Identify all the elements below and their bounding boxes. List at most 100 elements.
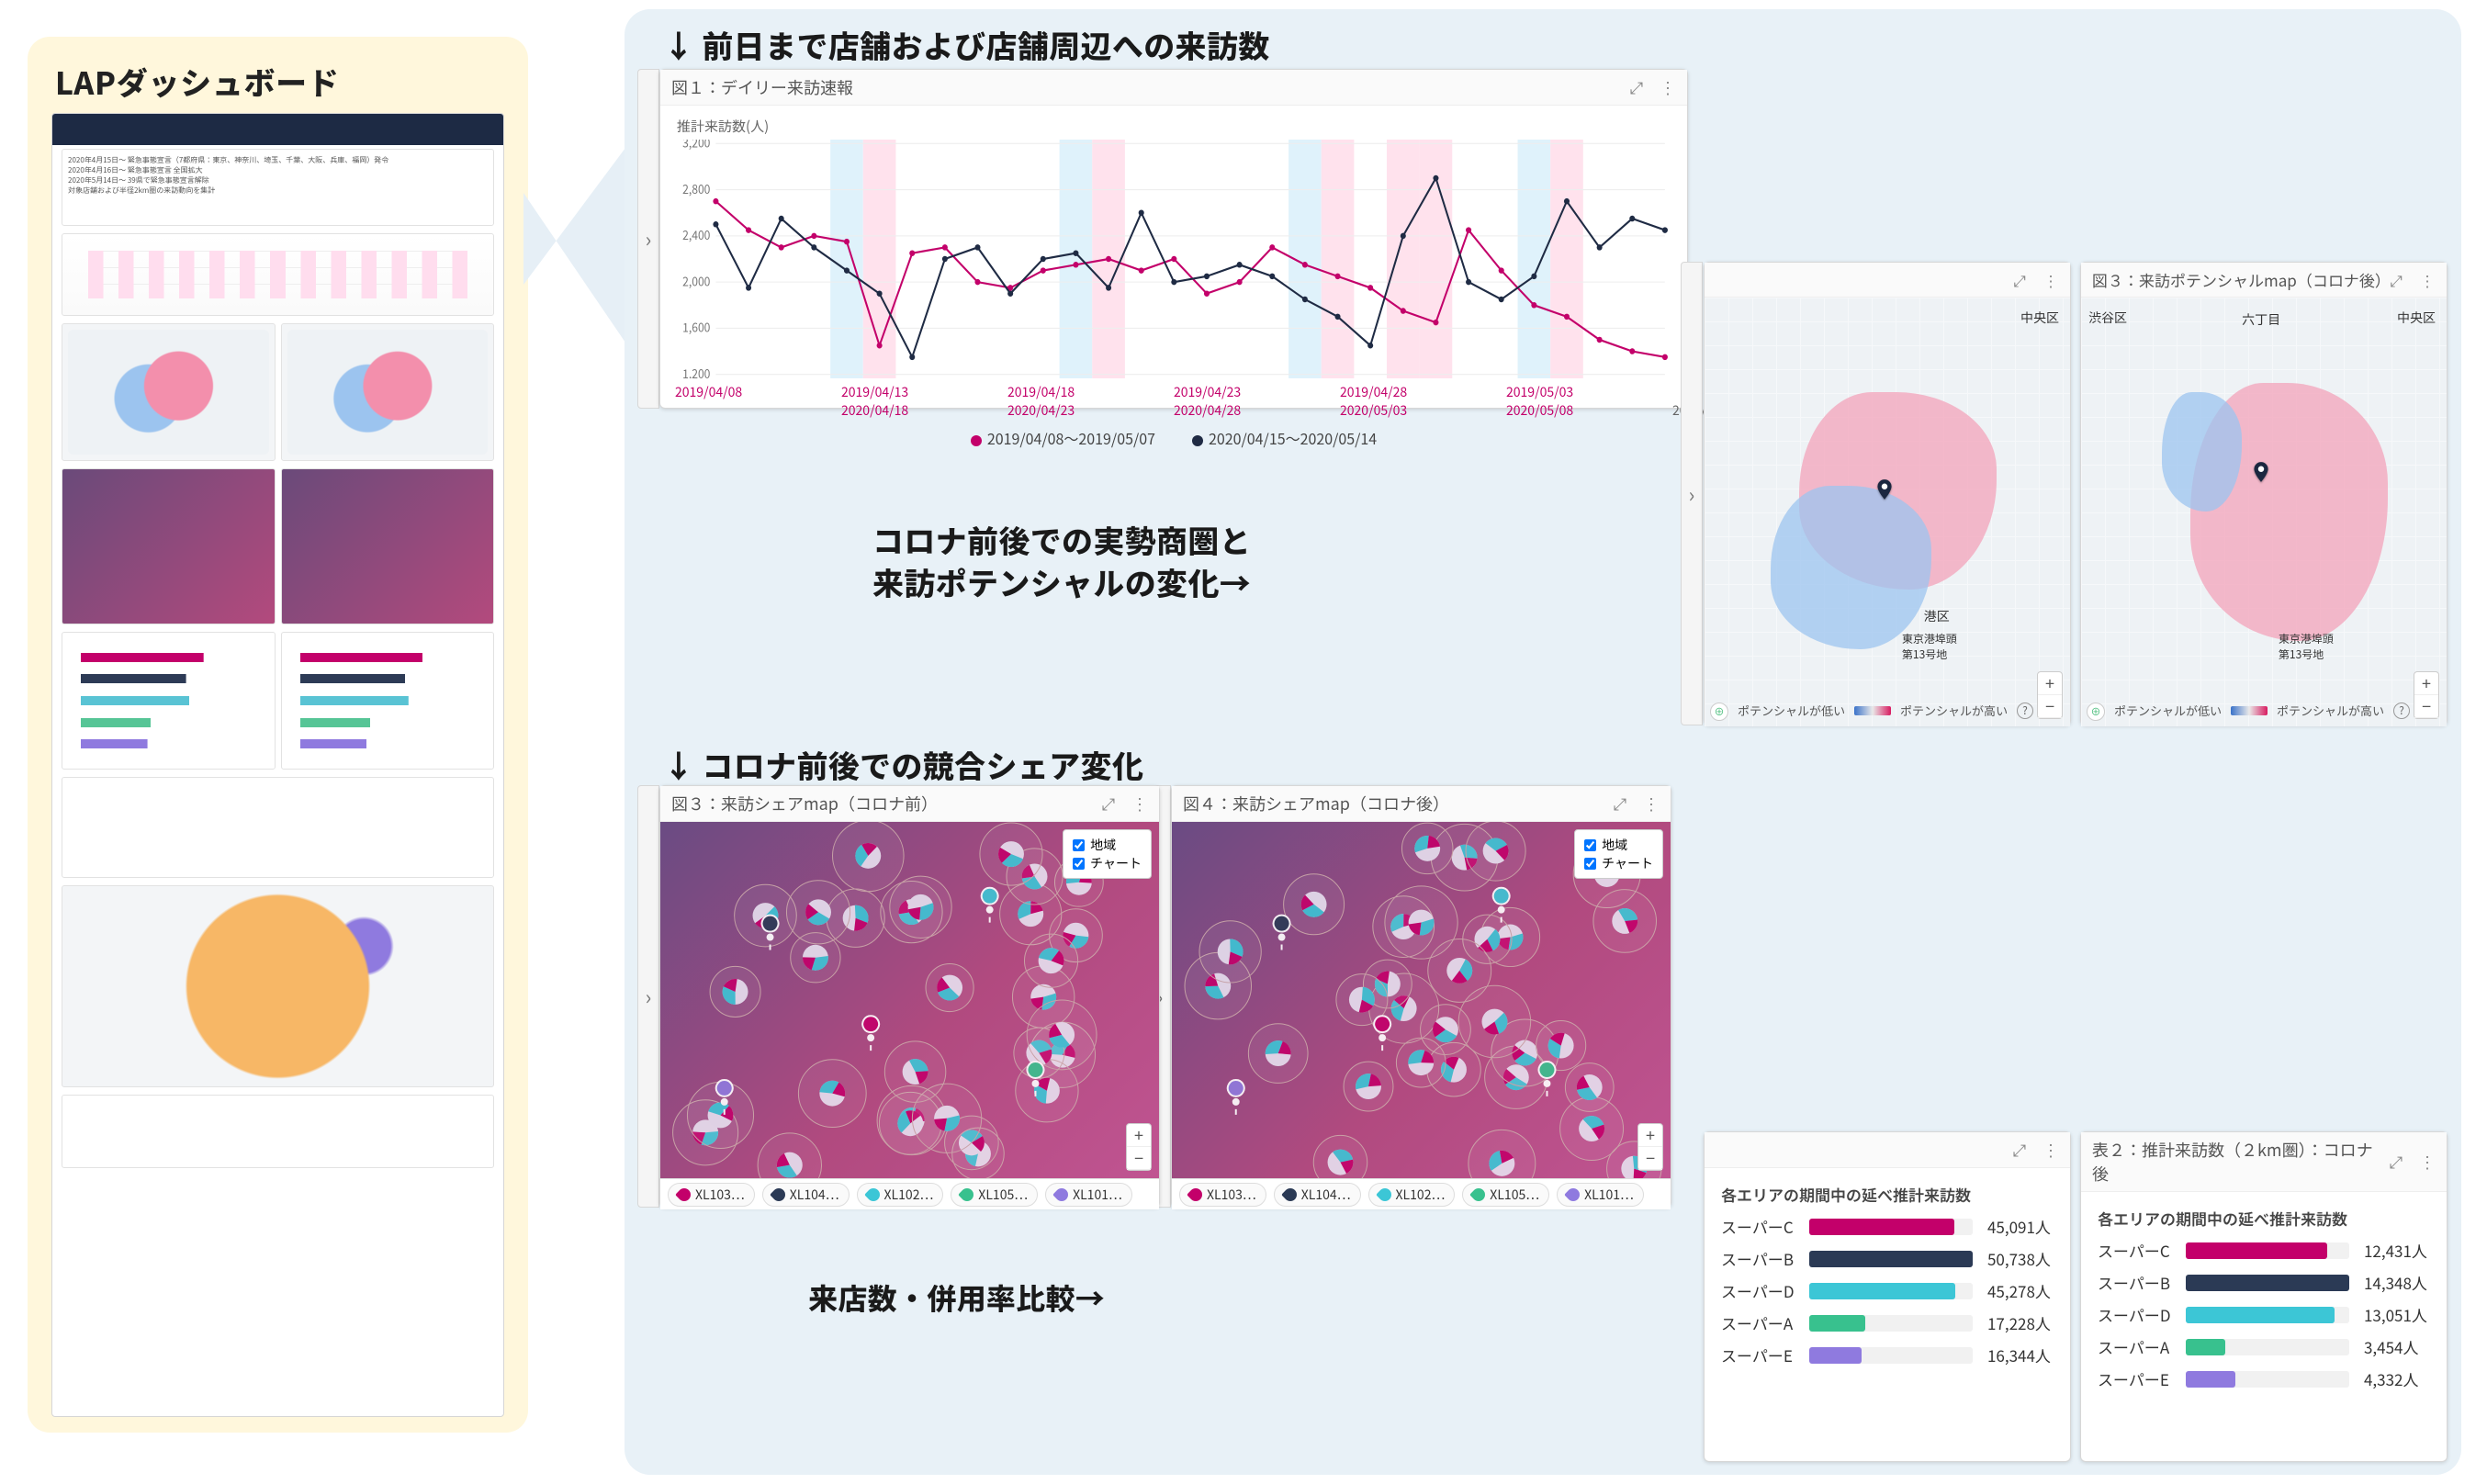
pin-icon	[1564, 1186, 1582, 1204]
zoom-out-button[interactable]: −	[2038, 695, 2062, 718]
store-chip[interactable]: XL102…	[1368, 1183, 1456, 1207]
map-label: 東京港埠頭 第13号地	[1902, 631, 1957, 662]
toggle-label: 地域	[1602, 836, 1627, 854]
row-name: スーパーD	[2098, 1303, 2177, 1326]
expand-chevron[interactable]: ›	[637, 785, 659, 1208]
store-chip[interactable]: XL103…	[668, 1183, 755, 1207]
thumb-notice-line: 2020年4月16日〜 緊急事態宣言 全国拡大	[68, 165, 488, 175]
layer-toggle[interactable]: 地域 チャート	[1574, 829, 1663, 879]
map-label: 中央区	[2020, 309, 2059, 327]
y-axis-label: 推計来訪数(人)	[677, 117, 1674, 136]
thumb-share-map	[281, 468, 495, 624]
map-zoom-controls[interactable]: +−	[1126, 1123, 1152, 1171]
card-title: 表２：推計来訪数（２km圏）：コロナ後	[2092, 1138, 2388, 1186]
store-chip[interactable]: XL104…	[762, 1183, 850, 1207]
thumb-notice-line: 2020年5月14日〜 39県で緊急事態宣言解除	[68, 175, 488, 186]
bar-fill	[1809, 1347, 1862, 1364]
zoom-in-button[interactable]: +	[2414, 672, 2438, 695]
toggle-chart[interactable]: チャート	[1584, 854, 1653, 872]
map-zoom-controls[interactable]: +−	[2037, 671, 2063, 719]
chart-legend: 2019/04/08〜2019/05/07 2020/04/15〜2020/05…	[673, 427, 1674, 449]
pin-icon	[1376, 1186, 1394, 1204]
pin-icon	[958, 1186, 976, 1204]
table-row: スーパーB50,738人	[1721, 1247, 2054, 1270]
expand-chevron[interactable]: ›	[1681, 262, 1703, 725]
row-name: スーパーE	[1721, 1343, 1800, 1366]
zoom-in-button[interactable]: +	[2038, 672, 2062, 695]
expand-chevron[interactable]: ›	[637, 69, 659, 409]
table-row: スーパーD45,278人	[1721, 1279, 2054, 1302]
fullscreen-icon[interactable]: ⤢	[1628, 79, 1645, 96]
table-row: スーパーE4,332人	[2098, 1367, 2430, 1390]
toggle-region[interactable]: 地域	[1584, 836, 1653, 854]
share-heat	[1172, 822, 1671, 1209]
layer-toggle[interactable]: 地域 チャート	[1063, 829, 1152, 879]
row-value: 45,091人	[1982, 1215, 2054, 1238]
legend-label: 2020/04/15〜2020/05/14	[1209, 427, 1377, 449]
pin-icon	[675, 1186, 693, 1204]
map-canvas[interactable]: 渋谷区 中央区 六丁目 東京港埠頭 第13号地 ⊕ +− ポテンシャルが低い ポ…	[2081, 298, 2447, 726]
row-value: 13,051人	[2358, 1303, 2430, 1326]
store-chip[interactable]: XL103…	[1179, 1183, 1266, 1207]
checkbox[interactable]	[1073, 858, 1085, 870]
store-chip[interactable]: XL105…	[1462, 1183, 1549, 1207]
thumb-header	[52, 114, 503, 145]
svg-text:2,800: 2,800	[682, 179, 710, 197]
map-canvas[interactable]: 中央区 港区 東京港埠頭 第13号地 ⊕ +− ポテンシャルが低い ポテンシャル…	[1705, 298, 2070, 726]
map-label: 渋谷区	[2088, 309, 2127, 327]
zoom-out-button[interactable]: −	[1127, 1147, 1151, 1170]
legend-label: 2019/04/08〜2019/05/07	[987, 427, 1155, 449]
zoom-out-button[interactable]: −	[2414, 695, 2438, 718]
pin-icon	[1187, 1186, 1205, 1204]
thumb-notice-line: 2020年4月15日〜 緊急事態宣言（7都府県：東京、神奈川、埼玉、千葉、大阪、…	[68, 155, 488, 165]
map-zoom-controls[interactable]: +−	[2414, 671, 2439, 719]
map-label: 中央区	[2397, 309, 2436, 327]
more-icon[interactable]: ⋮	[2419, 272, 2436, 288]
store-chip[interactable]: XL102…	[857, 1183, 944, 1207]
more-icon[interactable]: ⋮	[1643, 795, 1660, 812]
chip-label: XL105…	[978, 1186, 1028, 1204]
checkbox[interactable]	[1584, 839, 1596, 851]
store-chip[interactable]: XL101…	[1045, 1183, 1132, 1207]
chip-label: XL105…	[1490, 1186, 1539, 1204]
card-potential-after: 図３：来訪ポテンシャルmap（コロナ後） ⤢⋮ 渋谷区 中央区 六丁目 東京港埠…	[2080, 262, 2448, 725]
fullscreen-icon[interactable]: ⤢	[1100, 795, 1117, 812]
pin-icon	[770, 1186, 788, 1204]
chip-label: XL101…	[1073, 1186, 1122, 1204]
toggle-chart[interactable]: チャート	[1073, 854, 1142, 872]
heat-blob	[1771, 486, 1931, 648]
store-chip[interactable]: XL105…	[951, 1183, 1038, 1207]
bar-list: スーパーC12,431人スーパーB14,348人スーパーD13,051人スーパー…	[2094, 1239, 2434, 1390]
more-icon[interactable]: ⋮	[2042, 1141, 2059, 1158]
more-icon[interactable]: ⋮	[2419, 1153, 2436, 1170]
bar-track	[1809, 1315, 1973, 1332]
toggle-region[interactable]: 地域	[1073, 836, 1142, 854]
map-zoom-controls[interactable]: +−	[1637, 1123, 1663, 1171]
map-canvas[interactable]: 地域 チャート +− XL103… XL104… XL102… XL105… XL101…	[1172, 822, 1671, 1209]
legend-high: ポテンシャルが高い	[1900, 702, 2008, 719]
zoom-in-button[interactable]: +	[1638, 1124, 1662, 1147]
help-icon[interactable]: ?	[2393, 703, 2410, 719]
fullscreen-icon[interactable]: ⤢	[2011, 272, 2028, 288]
pin-icon	[864, 1186, 883, 1204]
card-visit-table-before: ⤢⋮ 各エリアの期間中の延べ推計来訪数 スーパーC45,091人スーパーB50,…	[1704, 1131, 2071, 1462]
more-icon[interactable]: ⋮	[2042, 272, 2059, 288]
zoom-out-button[interactable]: −	[1638, 1147, 1662, 1170]
fullscreen-icon[interactable]: ⤢	[2388, 1153, 2404, 1170]
checkbox[interactable]	[1584, 858, 1596, 870]
legend-high: ポテンシャルが高い	[2277, 702, 2384, 719]
checkbox[interactable]	[1073, 839, 1085, 851]
fullscreen-icon[interactable]: ⤢	[1612, 795, 1628, 812]
chip-label: XL103…	[1207, 1186, 1256, 1204]
more-icon[interactable]: ⋮	[1131, 795, 1148, 812]
map-canvas[interactable]: 地域 チャート +− XL103… XL104… XL102… XL105… XL101…	[660, 822, 1159, 1209]
row-value: 3,454人	[2358, 1335, 2430, 1358]
store-chip[interactable]: XL104…	[1274, 1183, 1361, 1207]
zoom-in-button[interactable]: +	[1127, 1124, 1151, 1147]
store-chip[interactable]: XL101…	[1557, 1183, 1644, 1207]
fullscreen-icon[interactable]: ⤢	[2011, 1141, 2028, 1158]
card-daily-visits: 図１：デイリー来訪速報 ⤢ ⋮ 推計来訪数(人) 1,2001,6002,000…	[659, 69, 1688, 409]
fullscreen-icon[interactable]: ⤢	[2388, 272, 2404, 288]
help-icon[interactable]: ?	[2017, 703, 2033, 719]
more-icon[interactable]: ⋮	[1660, 79, 1676, 96]
